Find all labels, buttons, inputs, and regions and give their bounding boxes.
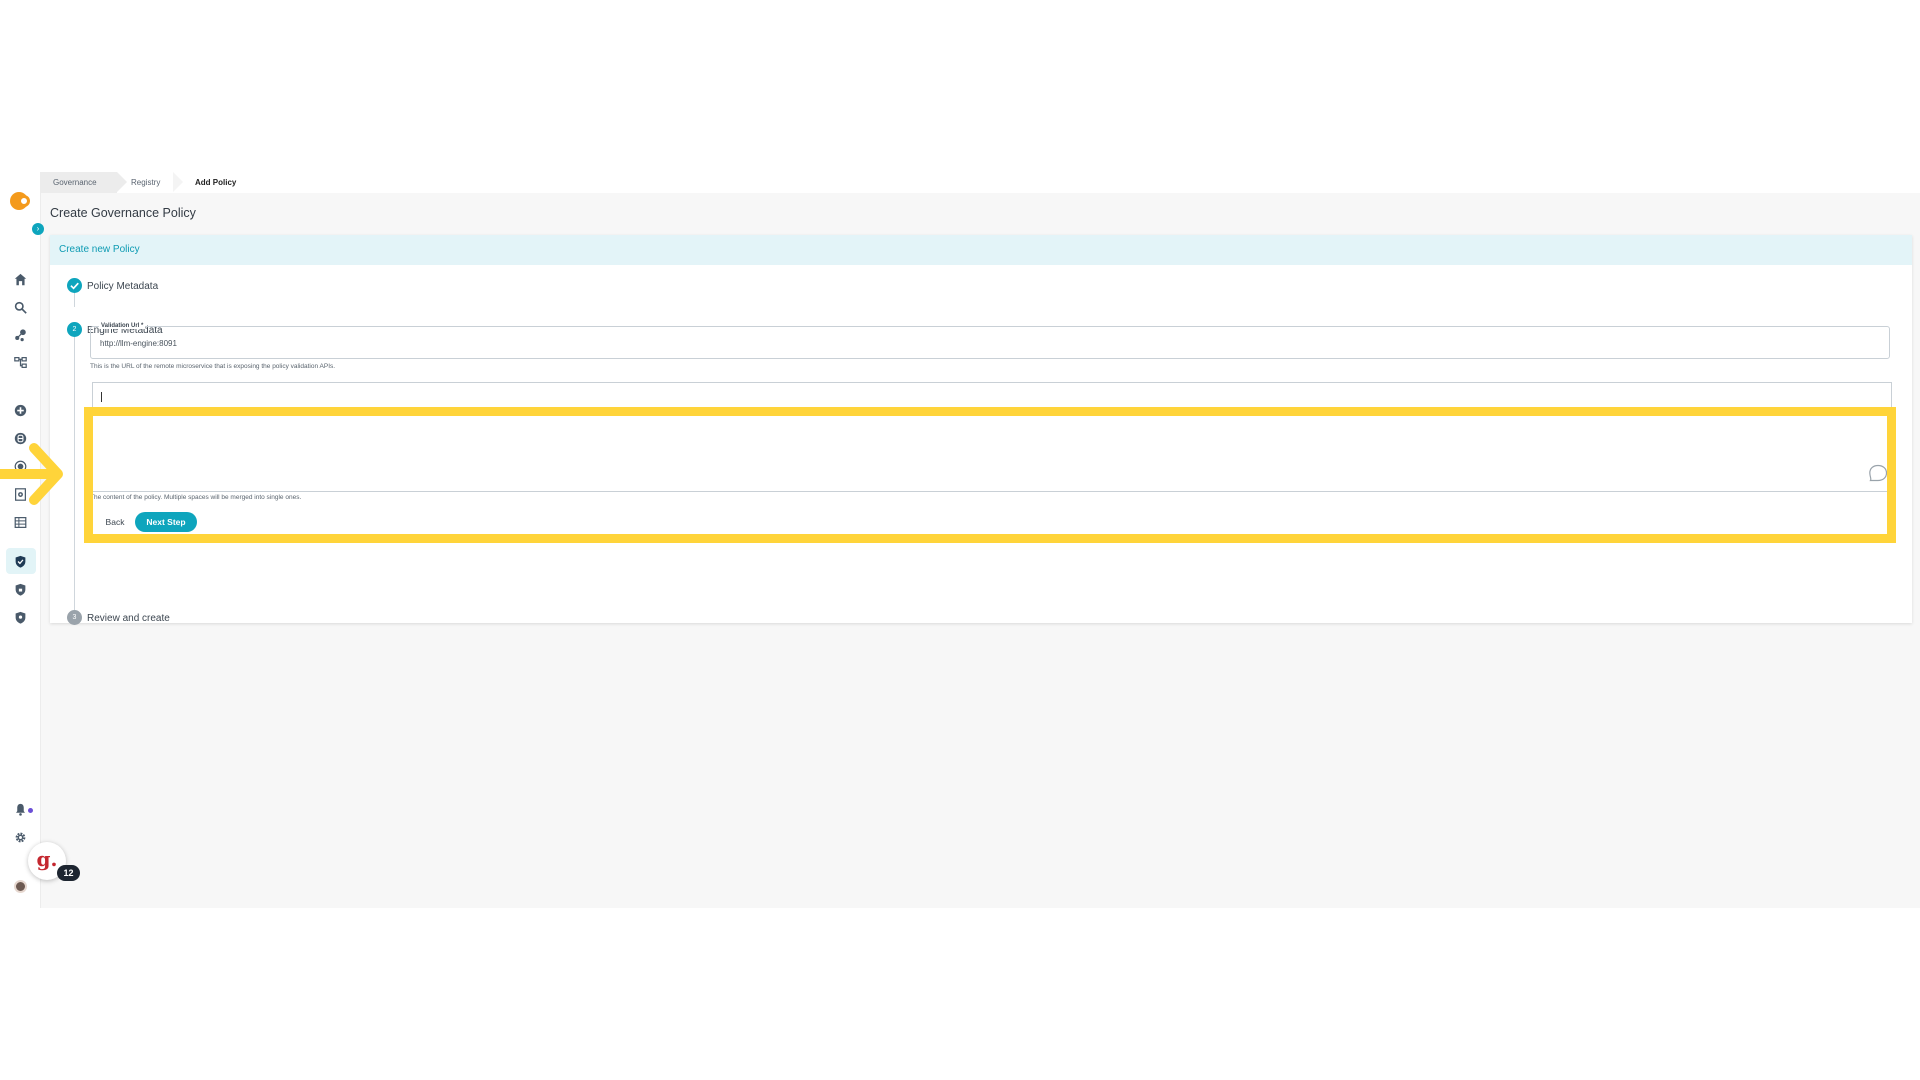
- arrow-pointer-icon: [0, 443, 63, 505]
- card-header: Create new Policy: [50, 235, 1912, 265]
- bell-icon[interactable]: [11, 800, 29, 818]
- notification-dot: [28, 808, 33, 813]
- breadcrumb-governance[interactable]: Governance: [41, 172, 117, 193]
- breadcrumb-registry[interactable]: Registry: [131, 172, 160, 193]
- shield-lock-icon[interactable]: [11, 580, 29, 598]
- sidebar-expand-button[interactable]: ›: [32, 223, 44, 235]
- breadcrumb: Governance Registry Add Policy: [41, 172, 1920, 193]
- app-logo[interactable]: [10, 192, 34, 210]
- step-1-check-icon: [67, 278, 82, 293]
- validation-url-input[interactable]: http://llm-engine:8091: [100, 339, 177, 348]
- highlight-box: [84, 407, 1896, 543]
- gear-icon[interactable]: [11, 828, 29, 846]
- step-3-label: Review and create: [87, 613, 170, 624]
- search-icon[interactable]: [11, 298, 29, 316]
- grammarly-count-badge: 12: [57, 865, 80, 881]
- step-2-indicator: 2: [67, 322, 82, 337]
- validation-url-label: Validation Url *: [99, 323, 146, 329]
- breadcrumb-separator: [117, 172, 127, 192]
- home-icon[interactable]: [11, 270, 29, 288]
- step-1-label[interactable]: Policy Metadata: [87, 281, 158, 292]
- share-nodes-icon[interactable]: [11, 326, 29, 344]
- sidebar: ›: [0, 172, 44, 908]
- table-icon[interactable]: [11, 513, 29, 531]
- breadcrumb-separator: [173, 172, 183, 192]
- card-header-title: Create new Policy: [59, 244, 140, 255]
- lineage-icon[interactable]: [11, 353, 29, 371]
- add-circle-icon[interactable]: [11, 401, 29, 419]
- avatar[interactable]: [14, 880, 27, 893]
- shield-key-icon[interactable]: [11, 608, 29, 626]
- validation-url-field[interactable]: Validation Url * http://llm-engine:8091: [90, 323, 1890, 359]
- stepper-connector: [74, 293, 75, 307]
- shield-check-icon[interactable]: [11, 552, 29, 570]
- breadcrumb-add-policy: Add Policy: [195, 178, 237, 187]
- step-3-indicator: 3: [67, 610, 82, 625]
- validation-url-help: This is the URL of the remote microservi…: [90, 363, 336, 370]
- page-title: Create Governance Policy: [50, 206, 196, 220]
- text-caret: [101, 392, 102, 402]
- stepper-connector: [74, 337, 75, 619]
